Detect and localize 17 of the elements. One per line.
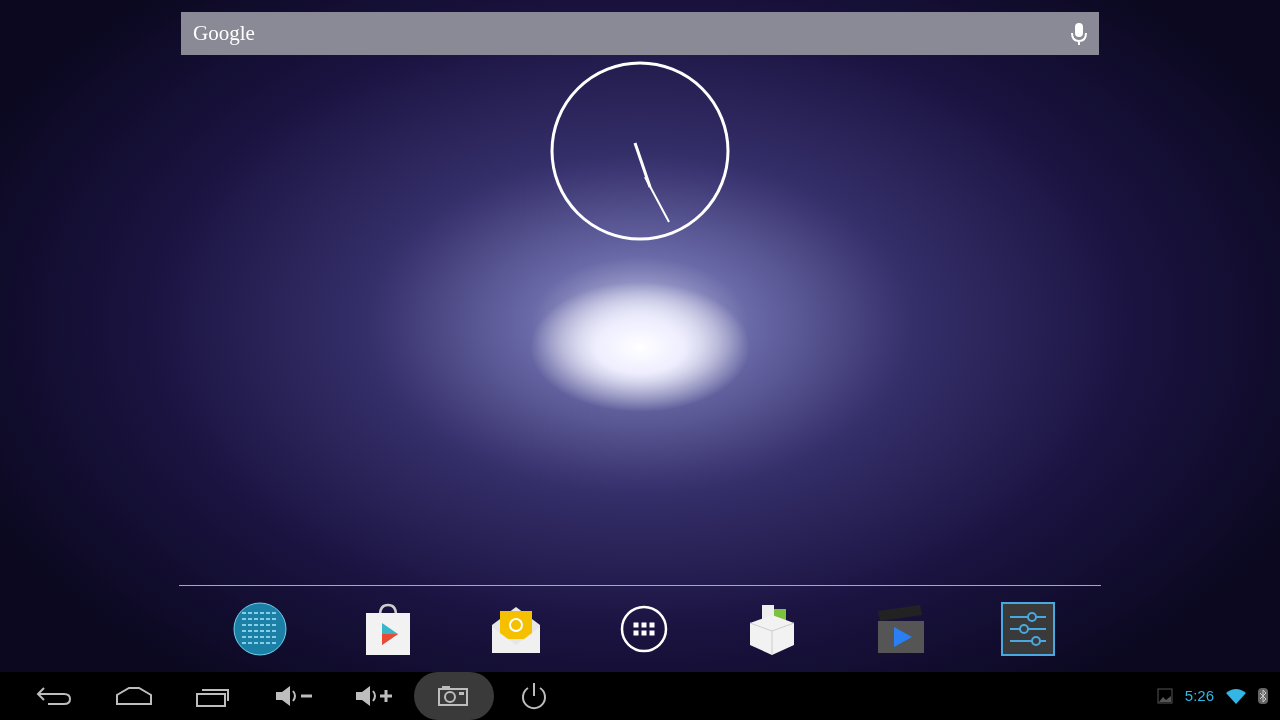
home-icon bbox=[115, 686, 153, 706]
search-bar-logo: Google bbox=[193, 19, 255, 47]
bluetooth-icon bbox=[1258, 688, 1268, 704]
wifi-icon bbox=[1226, 688, 1246, 704]
camera-icon bbox=[438, 685, 470, 707]
screenshot-button[interactable] bbox=[414, 672, 494, 720]
volume-up-icon bbox=[354, 684, 394, 708]
back-icon bbox=[36, 686, 72, 706]
volume-down-icon bbox=[274, 684, 314, 708]
analog-clock-drawing[interactable] bbox=[549, 60, 731, 242]
globe-icon[interactable] bbox=[232, 601, 288, 657]
power-icon bbox=[519, 681, 549, 711]
status-time: 5:26 bbox=[1184, 685, 1214, 706]
microphone-icon[interactable] bbox=[1071, 21, 1087, 46]
search-bar[interactable]: Google bbox=[181, 12, 1099, 55]
image-notification-icon[interactable] bbox=[1156, 688, 1173, 704]
settings-icon[interactable] bbox=[1000, 601, 1056, 657]
